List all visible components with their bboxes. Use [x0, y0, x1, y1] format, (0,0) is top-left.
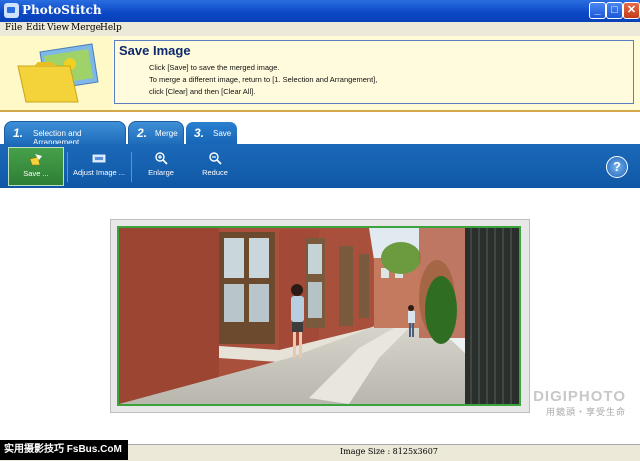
maximize-button[interactable]: □ [606, 2, 623, 19]
window-title: PhotoStitch [22, 3, 102, 17]
toolbar: Save ... Adjust Image ... Enlarge Reduce… [0, 144, 640, 188]
app-icon [4, 3, 19, 18]
zoom-out-icon [209, 152, 222, 165]
menu-view[interactable]: View [47, 23, 69, 33]
tab-merge[interactable]: 2. Merge [128, 121, 184, 146]
tab-label: Merge [155, 129, 178, 138]
watermark-brand: DIGIPHOTO [533, 388, 626, 405]
watermark-slogan: 用鏡頭・享受生命 [545, 407, 626, 417]
merged-photo [119, 228, 519, 404]
toolbar-separator [131, 152, 132, 182]
watermark-right: DIGIPHOTO 用鏡頭・享受生命 [533, 388, 626, 418]
tab-save[interactable]: 3. Save [185, 121, 238, 146]
zoom-in-icon [155, 152, 168, 165]
instruction-line-2: To merge a different image, return to [1… [149, 75, 378, 84]
preview-frame [110, 219, 530, 413]
menu-edit[interactable]: Edit [26, 23, 45, 33]
save-folder-illustration [0, 36, 112, 110]
instruction-line-1: Click [Save] to save the merged image. [149, 63, 280, 72]
folder-icon [17, 43, 99, 103]
tab-number: 2. [137, 126, 148, 140]
reduce-button-label: Reduce [202, 168, 228, 177]
instruction-box: Save Image Click [Save] to save the merg… [114, 40, 634, 104]
menu-bar: File Edit View Merge Help [0, 22, 640, 36]
enlarge-button-label: Enlarge [148, 168, 174, 177]
watermark-left: 实用摄影技巧 FsBus.CoM [0, 440, 128, 460]
adjust-image-button-label: Adjust Image ... [72, 168, 126, 177]
save-button[interactable]: Save ... [8, 147, 64, 186]
instruction-line-3: click [Clear] and then [Clear All]. [149, 87, 256, 96]
menu-help[interactable]: Help [100, 23, 122, 33]
step-tabs: 1. Selection and Arrangement 2. Merge 3.… [0, 110, 640, 147]
minimize-button[interactable]: _ [589, 2, 606, 19]
instruction-banner: Save Image Click [Save] to save the merg… [0, 36, 640, 111]
save-button-label: Save ... [23, 169, 49, 178]
tab-number: 3. [194, 126, 205, 140]
reduce-button[interactable]: Reduce [192, 147, 238, 186]
tab-selection-and-arrangement[interactable]: 1. Selection and Arrangement [4, 121, 126, 147]
save-icon [29, 154, 42, 166]
merged-image-preview[interactable] [117, 226, 521, 406]
close-button[interactable]: ✕ [623, 2, 640, 19]
tab-label: Save [213, 129, 232, 138]
banner-title: Save Image [119, 43, 191, 58]
tab-number: 1. [13, 126, 24, 140]
toolbar-separator [67, 152, 68, 182]
title-bar: PhotoStitch _ □ ✕ [0, 0, 640, 22]
menu-file[interactable]: File [5, 23, 22, 33]
adjust-image-icon [92, 154, 106, 163]
enlarge-button[interactable]: Enlarge [138, 147, 184, 186]
adjust-image-button[interactable]: Adjust Image ... [70, 147, 128, 186]
help-button[interactable]: ? [606, 156, 628, 178]
menu-merge[interactable]: Merge [71, 23, 101, 33]
image-size-status: Image Size : 8125x3607 [340, 447, 438, 456]
